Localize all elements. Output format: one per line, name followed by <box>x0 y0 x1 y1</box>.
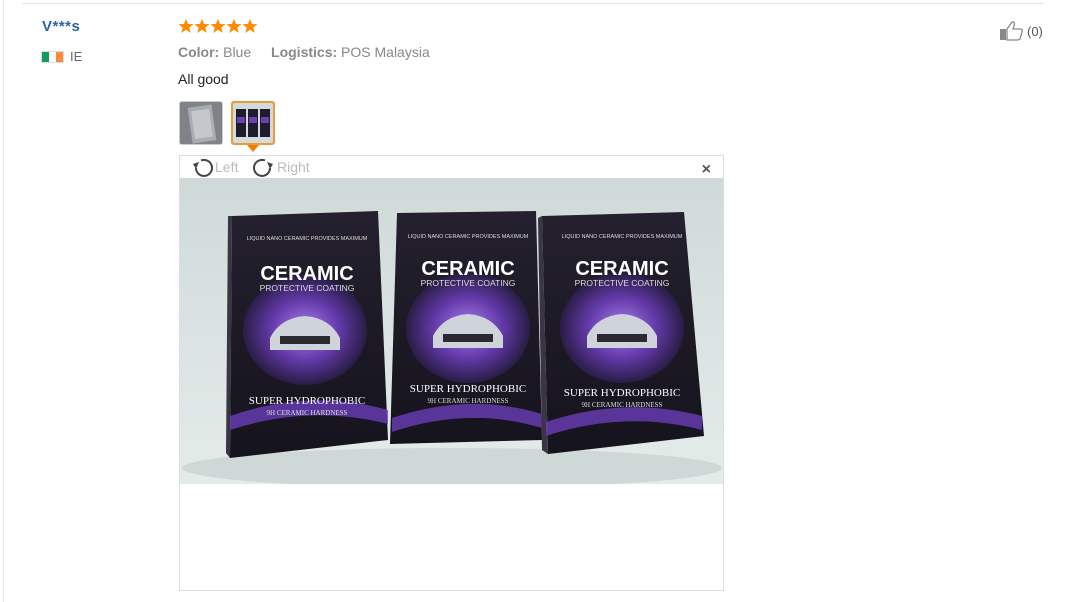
rotate-left-icon <box>193 158 213 177</box>
rotate-left-label: Left <box>215 159 239 175</box>
product-box: LIQUID NANO CERAMIC PROVIDES MAXIMUM CER… <box>226 211 388 458</box>
close-icon: × <box>701 161 711 178</box>
divider <box>22 3 1044 4</box>
left-border <box>3 0 4 602</box>
country-code: IE <box>70 49 83 64</box>
flag-icon <box>41 50 64 63</box>
star-icon <box>242 19 258 33</box>
box-footer-2: 9H CERAMIC HARDNESS <box>582 401 663 409</box>
rotate-left-button[interactable]: Left <box>190 156 238 178</box>
box-tagline: LIQUID NANO CERAMIC PROVIDES MAXIMUM <box>562 234 683 240</box>
box-footer-1: SUPER HYDROPHOBIC <box>410 383 526 395</box>
rating-stars <box>178 18 258 34</box>
review-attributes: Color: Blue Logistics: POS Malaysia <box>178 44 446 60</box>
rotate-right-label: Right <box>277 159 310 175</box>
review-text: All good <box>178 71 229 87</box>
rotate-right-icon <box>253 158 273 177</box>
box-footer-2: 9H CERAMIC HARDNESS <box>428 397 509 405</box>
box-footer-2: 9H CERAMIC HARDNESS <box>267 409 348 417</box>
viewer-toolbar: Left Right × <box>180 156 723 179</box>
rotate-right-button[interactable]: Right <box>252 156 310 178</box>
product-box: LIQUID NANO CERAMIC PROVIDES MAXIMUM CER… <box>390 211 542 444</box>
box-title: CERAMIC <box>575 258 668 280</box>
product-box: LIQUID NANO CERAMIC PROVIDES MAXIMUM CER… <box>538 212 704 454</box>
box-subtitle: PROTECTIVE COATING <box>260 283 355 293</box>
selected-thumbnail-pointer <box>247 145 259 152</box>
box-tagline: LIQUID NANO CERAMIC PROVIDES MAXIMUM <box>408 234 529 240</box>
box-subtitle: PROTECTIVE COATING <box>421 278 516 288</box>
photo-viewer: Left Right × LIQUID NANO CERAMIC PROVIDE… <box>179 155 724 591</box>
star-icon <box>210 19 226 33</box>
thumb-up-icon <box>1000 21 1023 41</box>
logistics-value: POS Malaysia <box>341 44 430 60</box>
star-icon <box>194 19 210 33</box>
helpful-count: (0) <box>1027 23 1043 39</box>
box-tagline: LIQUID NANO CERAMIC PROVIDES MAXIMUM <box>247 236 368 242</box>
box-title: CERAMIC <box>260 263 353 285</box>
star-icon <box>226 19 242 33</box>
logistics-label: Logistics: <box>271 44 338 60</box>
helpful-button[interactable]: (0) <box>999 20 1043 42</box>
box-footer-1: SUPER HYDROPHOBIC <box>564 387 680 399</box>
box-footer-1: SUPER HYDROPHOBIC <box>249 395 365 407</box>
box-subtitle: PROTECTIVE COATING <box>575 278 670 288</box>
reviewer-country: IE <box>41 49 82 64</box>
star-icon <box>178 19 194 33</box>
review-photo-thumbnail-selected[interactable] <box>231 101 275 145</box>
color-label: Color: <box>178 44 220 60</box>
close-viewer-button[interactable]: × <box>702 161 711 179</box>
box-title: CERAMIC <box>421 258 514 280</box>
reviewer-name: V***s <box>42 18 81 35</box>
color-value: Blue <box>223 44 252 60</box>
review-photo-thumbnail[interactable] <box>179 101 223 145</box>
review-photo: LIQUID NANO CERAMIC PROVIDES MAXIMUM CER… <box>180 178 723 484</box>
